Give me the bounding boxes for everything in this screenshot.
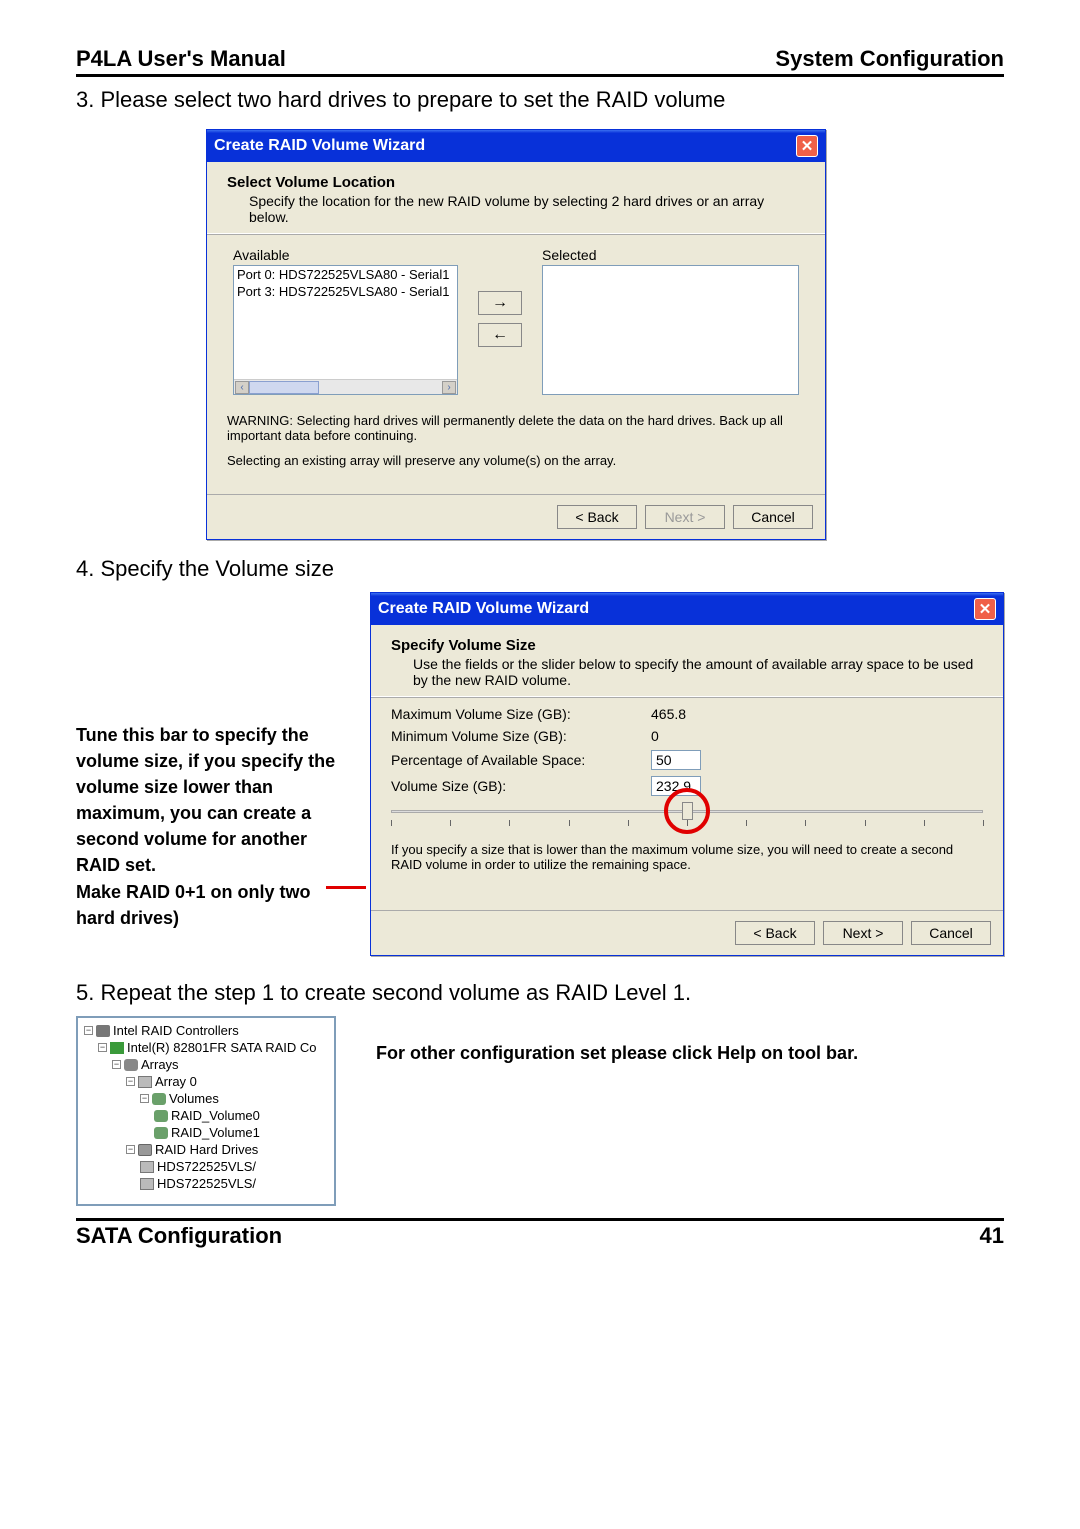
volumes-icon [152, 1093, 166, 1105]
tree-node-array0[interactable]: − Array 0 [84, 1073, 328, 1090]
step3-text: 3. Please select two hard drives to prep… [76, 87, 1004, 113]
scroll-thumb[interactable] [249, 381, 319, 394]
step4-annotation: Tune this bar to specify the volume size… [76, 722, 346, 931]
controller-icon [96, 1025, 110, 1037]
volume-icon [154, 1110, 168, 1122]
selected-listbox[interactable] [542, 265, 799, 395]
arrays-icon [124, 1059, 138, 1071]
dialog1-footer: < Back Next > Cancel [207, 494, 825, 539]
close-icon[interactable]: ✕ [796, 135, 818, 157]
annotation-pointer-line [326, 886, 366, 889]
help-note: For other configuration set please click… [376, 1016, 858, 1066]
tree-node-raid-volume0[interactable]: RAID_Volume0 [84, 1107, 328, 1124]
tree-node-raid-volume1[interactable]: RAID_Volume1 [84, 1124, 328, 1141]
move-right-button[interactable]: → [478, 291, 522, 315]
cancel-button[interactable]: Cancel [911, 921, 991, 945]
collapse-icon[interactable]: − [126, 1077, 135, 1086]
dialog2-desc: Use the fields or the slider below to sp… [391, 656, 983, 688]
dialog1-subtitle: Select Volume Location [227, 174, 805, 191]
tree-node-hd0[interactable]: HDS722525VLS/ [84, 1158, 328, 1175]
page-header: P4LA User's Manual System Configuration [76, 46, 1004, 77]
dialog2-footer: < Back Next > Cancel [371, 910, 1003, 955]
cancel-button[interactable]: Cancel [733, 505, 813, 529]
scroll-right-icon[interactable]: › [442, 381, 456, 394]
raid-tree-panel[interactable]: − Intel RAID Controllers − Intel(R) 8280… [76, 1016, 336, 1206]
footer-page-number: 41 [980, 1223, 1004, 1249]
back-button[interactable]: < Back [557, 505, 637, 529]
tree-node-controllers[interactable]: − Intel RAID Controllers [84, 1022, 328, 1039]
collapse-icon[interactable]: − [84, 1026, 93, 1035]
dialog1-titlebar: Create RAID Volume Wizard ✕ [207, 130, 825, 162]
drive-icon [140, 1178, 154, 1190]
available-label: Available [233, 247, 458, 263]
dialog2-note: If you specify a size that is lower than… [391, 842, 983, 872]
tree-node-hd1[interactable]: HDS722525VLS/ [84, 1175, 328, 1192]
move-left-button[interactable]: ← [478, 323, 522, 347]
dialog-specify-volume-size: Create RAID Volume Wizard ✕ Specify Volu… [370, 592, 1004, 956]
page-footer: SATA Configuration 41 [76, 1218, 1004, 1249]
tree-node-volumes[interactable]: − Volumes [84, 1090, 328, 1107]
close-icon[interactable]: ✕ [974, 598, 996, 620]
collapse-icon[interactable]: − [140, 1094, 149, 1103]
collapse-icon[interactable]: − [98, 1043, 107, 1052]
header-right: System Configuration [775, 46, 1004, 72]
scroll-left-icon[interactable]: ‹ [235, 381, 249, 394]
array-icon [138, 1076, 152, 1088]
dialog1-desc: Specify the location for the new RAID vo… [227, 193, 805, 225]
next-button[interactable]: Next > [823, 921, 903, 945]
min-size-label: Minimum Volume Size (GB): [391, 728, 651, 744]
tree-node-raid-hard-drives[interactable]: − RAID Hard Drives [84, 1141, 328, 1158]
step4-text: 4. Specify the Volume size [76, 556, 1004, 582]
step5-text: 5. Repeat the step 1 to create second vo… [76, 980, 1004, 1006]
dialog-select-volume-location: Create RAID Volume Wizard ✕ Select Volum… [206, 129, 826, 540]
percentage-input[interactable]: 50 [651, 750, 701, 770]
next-button: Next > [645, 505, 725, 529]
available-listbox[interactable]: Port 0: HDS722525VLSA80 - Serial1 Port 3… [233, 265, 458, 395]
drive-icon [140, 1161, 154, 1173]
max-size-value: 465.8 [651, 706, 686, 722]
dialog2-titlebar: Create RAID Volume Wizard ✕ [371, 593, 1003, 625]
dialog1-note: Selecting an existing array will preserv… [227, 453, 805, 468]
volume-size-label: Volume Size (GB): [391, 778, 651, 794]
collapse-icon[interactable]: − [126, 1145, 135, 1154]
min-size-value: 0 [651, 728, 659, 744]
hard-drives-icon [138, 1144, 152, 1156]
annotation-circle [664, 788, 710, 834]
tree-node-intel-controller[interactable]: − Intel(R) 82801FR SATA RAID Co [84, 1039, 328, 1056]
selected-label: Selected [542, 247, 799, 263]
back-button[interactable]: < Back [735, 921, 815, 945]
tree-node-arrays[interactable]: − Arrays [84, 1056, 328, 1073]
dialog2-title: Create RAID Volume Wizard [378, 600, 589, 618]
collapse-icon[interactable]: − [112, 1060, 121, 1069]
dialog2-subtitle: Specify Volume Size [391, 637, 983, 654]
volume-icon [154, 1127, 168, 1139]
arrow-left-icon: ← [492, 326, 508, 344]
dialog1-title: Create RAID Volume Wizard [214, 137, 425, 155]
card-icon [110, 1042, 124, 1054]
dialog1-warning: WARNING: Selecting hard drives will perm… [227, 413, 805, 443]
arrow-right-icon: → [492, 294, 508, 312]
max-size-label: Maximum Volume Size (GB): [391, 706, 651, 722]
percentage-label: Percentage of Available Space: [391, 752, 651, 768]
available-scrollbar[interactable]: ‹ › [234, 379, 457, 394]
header-left: P4LA User's Manual [76, 46, 286, 72]
available-item-1[interactable]: Port 3: HDS722525VLSA80 - Serial1 [234, 283, 457, 300]
available-item-0[interactable]: Port 0: HDS722525VLSA80 - Serial1 [234, 266, 457, 283]
footer-left: SATA Configuration [76, 1223, 282, 1249]
